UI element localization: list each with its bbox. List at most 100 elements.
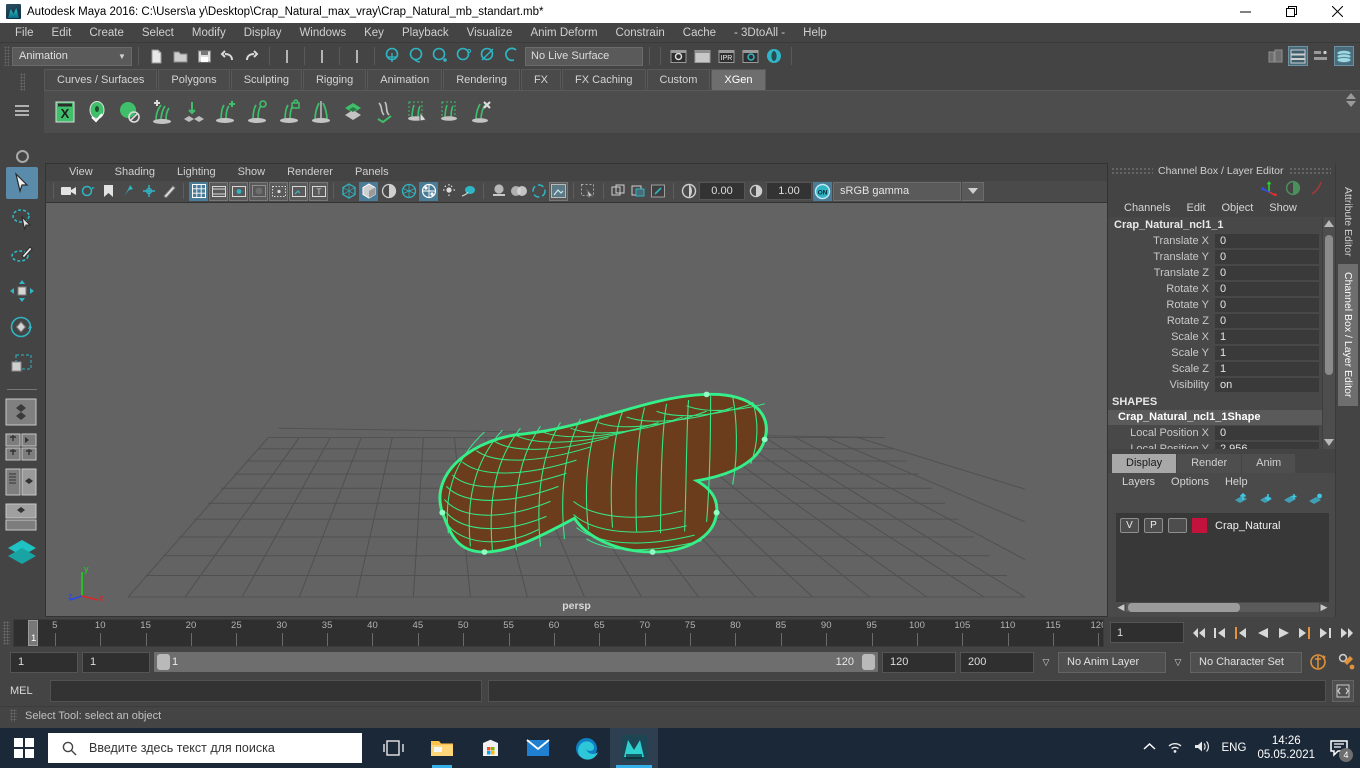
scroll-right-icon[interactable]: ▶	[1319, 602, 1329, 613]
xgen-noise-icon[interactable]	[370, 95, 400, 129]
hypershade-icon[interactable]	[763, 45, 785, 67]
motion-blur-icon[interactable]	[489, 182, 508, 201]
snap-grid-icon[interactable]	[381, 45, 403, 67]
autodesk-maya-icon[interactable]	[610, 728, 658, 768]
scroll-up-icon[interactable]	[1346, 93, 1356, 99]
channel-value[interactable]: 0	[1215, 298, 1319, 312]
xray-icon[interactable]	[549, 181, 568, 201]
xgen-region-icon[interactable]	[434, 95, 464, 129]
menu-file[interactable]: File	[6, 23, 43, 43]
layer-list[interactable]: V P Crap_Natural	[1116, 513, 1329, 602]
xgen-add-guides-icon[interactable]	[146, 95, 176, 129]
layer-visibility-toggle[interactable]: V	[1120, 518, 1139, 533]
channel-value[interactable]: 1	[1215, 330, 1319, 344]
shelf-tab-animation[interactable]: Animation	[367, 69, 443, 90]
animation-end-time-field[interactable]: 200	[960, 651, 1034, 673]
xgen-editor-icon[interactable]: X	[50, 95, 80, 129]
grab-color-icon[interactable]	[649, 182, 668, 201]
new-scene-icon[interactable]	[145, 45, 167, 67]
play-backwards-icon[interactable]	[1253, 623, 1272, 643]
xgen-groom-density-icon[interactable]	[242, 95, 272, 129]
menu-windows[interactable]: Windows	[290, 23, 355, 43]
menu-edit[interactable]: Edit	[43, 23, 81, 43]
scroll-down-icon[interactable]	[1346, 101, 1356, 107]
script-editor-icon[interactable]	[1332, 680, 1354, 702]
range-end-time-field[interactable]: 120	[882, 651, 956, 673]
move-axis-icon[interactable]	[1261, 180, 1277, 199]
select-by-hierarchy-icon[interactable]	[276, 45, 298, 67]
persp-graph-layout[interactable]	[5, 503, 39, 534]
xgen-select-guides-icon[interactable]	[402, 95, 432, 129]
viewport-menu-view[interactable]: View	[58, 166, 104, 178]
animation-start-time-field[interactable]: 1	[10, 651, 78, 673]
gear-icon[interactable]	[15, 150, 29, 163]
volume-icon[interactable]	[1194, 740, 1211, 756]
menu-modify[interactable]: Modify	[183, 23, 235, 43]
channel-row[interactable]: Scale X 1	[1108, 329, 1322, 345]
shelf-tab-rigging[interactable]: Rigging	[302, 69, 367, 90]
grid-toggle-icon[interactable]	[189, 181, 208, 201]
menu-select[interactable]: Select	[133, 23, 183, 43]
shelf-tab-fx[interactable]: FX	[520, 69, 562, 90]
xgen-density-map-icon[interactable]	[338, 95, 368, 129]
shadows-icon[interactable]	[439, 182, 458, 201]
go-to-end-icon[interactable]	[1337, 623, 1356, 643]
use-all-lights-icon[interactable]	[419, 181, 438, 201]
channel-box-menu-show[interactable]: Show	[1261, 202, 1305, 214]
xgen-create-description-icon[interactable]	[82, 95, 112, 129]
rotate-tool[interactable]	[6, 311, 38, 343]
layer-list-scrollbar[interactable]: ◀ ▶	[1116, 602, 1329, 613]
panel-grip[interactable]	[1288, 167, 1331, 175]
curve-icon[interactable]	[1309, 180, 1325, 199]
view-snapshot-icon[interactable]	[629, 182, 648, 201]
tab-render[interactable]: Render	[1177, 454, 1242, 473]
panel-grip[interactable]	[1111, 167, 1153, 175]
snap-view-plane-icon[interactable]	[477, 45, 499, 67]
current-frame-field[interactable]: 1	[1110, 622, 1184, 643]
select-by-object-icon[interactable]	[311, 45, 333, 67]
shelf-tab-sculpting[interactable]: Sculpting	[230, 69, 302, 90]
3d-viewport[interactable]: y x z persp	[46, 203, 1107, 616]
channel-value[interactable]: on	[1215, 378, 1319, 392]
shelf-tab-polygons[interactable]: Polygons	[158, 69, 230, 90]
layer-color-swatch[interactable]	[1192, 518, 1207, 533]
search-input[interactable]: Введите здесь текст для поиска	[48, 733, 362, 763]
channel-box-icon[interactable]	[1334, 46, 1354, 66]
make-live-icon[interactable]	[501, 45, 523, 67]
scale-tool[interactable]	[6, 347, 38, 379]
range-slider[interactable]: 1 120	[154, 652, 878, 672]
undo-icon[interactable]	[217, 45, 239, 67]
range-start-time-field[interactable]: 1	[82, 651, 150, 673]
file-explorer-icon[interactable]	[418, 728, 466, 768]
attribute-editor-icon[interactable]	[1288, 46, 1308, 66]
menu-3dtoall[interactable]: - 3DtoAll -	[725, 23, 794, 43]
layer-shading-toggle[interactable]	[1168, 518, 1187, 533]
character-set-selector[interactable]: No Character Set	[1190, 651, 1302, 673]
tab-anim[interactable]: Anim	[1242, 454, 1296, 473]
safe-action-icon[interactable]	[289, 181, 308, 201]
gamma-icon[interactable]	[746, 182, 765, 201]
snap-curve-icon[interactable]	[405, 45, 427, 67]
hypershade-persp-layout[interactable]	[5, 538, 39, 571]
range-slider-right-handle[interactable]	[862, 654, 875, 670]
xgen-clear-icon[interactable]	[466, 95, 496, 129]
create-layer-from-selected-icon[interactable]	[1308, 493, 1323, 509]
mail-icon[interactable]	[514, 728, 562, 768]
paint-select-tool[interactable]	[6, 239, 38, 271]
menu-visualize[interactable]: Visualize	[458, 23, 522, 43]
chevron-down-icon[interactable]: ▽	[1170, 657, 1186, 668]
gamma-value[interactable]: 1.00	[766, 182, 812, 201]
menu-playback[interactable]: Playback	[393, 23, 458, 43]
shelf-tab-curves-surfaces[interactable]: Curves / Surfaces	[44, 69, 158, 90]
channel-value[interactable]: 1	[1215, 346, 1319, 360]
channel-row[interactable]: Local Position Y 2.956	[1108, 441, 1322, 449]
step-forward-keyframe-icon[interactable]	[1316, 623, 1335, 643]
viewport-menu-shading[interactable]: Shading	[104, 166, 166, 178]
channel-box-menu-channels[interactable]: Channels	[1116, 202, 1178, 214]
layer-menu-options[interactable]: Options	[1163, 476, 1217, 488]
depth-peel-icon[interactable]	[529, 182, 548, 201]
xgen-convert-to-polygons-icon[interactable]	[178, 95, 208, 129]
wireframe-icon[interactable]	[339, 182, 358, 201]
scroll-down-icon[interactable]	[1324, 439, 1334, 446]
layer-menu-help[interactable]: Help	[1217, 476, 1256, 488]
